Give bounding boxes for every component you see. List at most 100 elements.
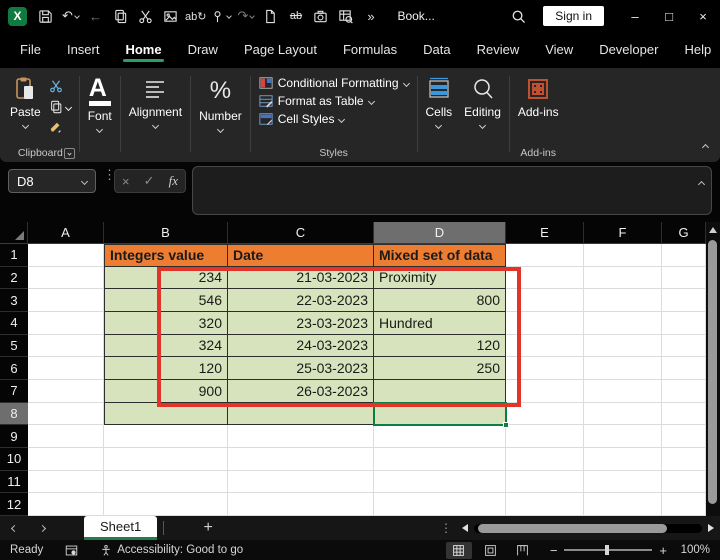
cell-D1[interactable]: Mixed set of data — [374, 244, 506, 267]
back-icon[interactable]: ← — [83, 3, 108, 29]
zoom-slider-thumb[interactable] — [604, 545, 609, 555]
cell-E5[interactable] — [506, 334, 584, 358]
tab-home[interactable]: Home — [123, 36, 164, 64]
next-sheet-icon[interactable] — [28, 524, 56, 532]
macro-record-button[interactable] — [65, 544, 78, 557]
vertical-scrollbar[interactable] — [706, 222, 720, 516]
cell-D12[interactable] — [374, 493, 506, 516]
cell-D2[interactable]: Proximity — [374, 266, 506, 290]
cell-G5[interactable] — [662, 334, 706, 358]
cell-B4[interactable]: 320 — [104, 311, 228, 335]
cell-G8[interactable] — [662, 402, 706, 426]
tab-file[interactable]: File — [18, 36, 43, 64]
addins-button[interactable]: Add-ins — [518, 74, 559, 119]
cut-icon[interactable] — [133, 3, 158, 29]
undo-icon[interactable]: ↶ — [58, 3, 83, 29]
cell-F4[interactable] — [584, 311, 662, 335]
cell-F8[interactable] — [584, 402, 662, 426]
cell-A1[interactable] — [28, 244, 104, 267]
tab-developer[interactable]: Developer — [597, 36, 660, 64]
cell-F3[interactable] — [584, 289, 662, 312]
cell-C2[interactable]: 21-03-2023 — [228, 266, 374, 290]
cell-F9[interactable] — [584, 425, 662, 448]
cell-D4[interactable]: Hundred — [374, 311, 506, 335]
cell-D6[interactable]: 250 — [374, 357, 506, 380]
name-box[interactable]: D8 — [8, 169, 96, 193]
tab-data[interactable]: Data — [421, 36, 452, 64]
row-header-9[interactable]: 9 — [0, 425, 28, 448]
page-layout-view-button[interactable] — [478, 542, 504, 559]
cell-E6[interactable] — [506, 357, 584, 380]
row-header-8[interactable]: 8 — [0, 402, 28, 426]
redo-icon[interactable]: ↷ — [233, 3, 258, 29]
row-header-4[interactable]: 4 — [0, 311, 28, 335]
cell-F10[interactable] — [584, 447, 662, 471]
tab-formulas[interactable]: Formulas — [341, 36, 399, 64]
cell-C1[interactable]: Date — [228, 244, 374, 267]
sheet-tab-sheet1[interactable]: Sheet1 — [84, 516, 158, 540]
cell-C8[interactable] — [228, 402, 374, 426]
tab-page-layout[interactable]: Page Layout — [242, 36, 319, 64]
cell-A4[interactable] — [28, 311, 104, 335]
zoom-in-button[interactable]: + — [659, 543, 667, 558]
collapse-ribbon-button[interactable] — [701, 137, 710, 155]
row-header-10[interactable]: 10 — [0, 447, 28, 471]
cell-A2[interactable] — [28, 266, 104, 290]
accessibility-status[interactable]: Accessibility: Good to go — [100, 544, 243, 557]
minimize-button[interactable]: – — [618, 0, 652, 32]
cell-C3[interactable]: 22-03-2023 — [228, 289, 374, 312]
scroll-up-icon[interactable] — [709, 227, 717, 233]
cell-G11[interactable] — [662, 470, 706, 494]
cell-G2[interactable] — [662, 266, 706, 290]
cell-A7[interactable] — [28, 379, 104, 403]
cell-G1[interactable] — [662, 244, 706, 267]
insert-function-icon[interactable]: fx — [169, 173, 178, 189]
previous-sheet-icon[interactable] — [0, 524, 28, 532]
tab-view[interactable]: View — [543, 36, 575, 64]
cell-C11[interactable] — [228, 470, 374, 494]
scroll-right-icon[interactable] — [708, 524, 714, 532]
cells-button[interactable]: Cells — [426, 74, 452, 130]
cell-G9[interactable] — [662, 425, 706, 448]
row-header-5[interactable]: 5 — [0, 334, 28, 358]
row-header-12[interactable]: 12 — [0, 493, 28, 516]
cell-E1[interactable] — [506, 244, 584, 267]
column-header-E[interactable]: E — [506, 222, 584, 244]
horizontal-scrollbar[interactable] — [462, 523, 714, 533]
maximize-button[interactable]: □ — [652, 0, 686, 32]
camera-icon[interactable] — [308, 3, 333, 29]
column-header-A[interactable]: A — [28, 222, 104, 244]
column-header-D[interactable]: D — [374, 222, 506, 244]
tab-options-grip[interactable]: ⋮ — [440, 521, 452, 535]
cell-B3[interactable]: 546 — [104, 289, 228, 312]
paste-button[interactable]: Paste — [10, 74, 41, 136]
column-header-F[interactable]: F — [584, 222, 662, 244]
cell-B12[interactable] — [104, 493, 228, 516]
row-header-11[interactable]: 11 — [0, 470, 28, 494]
cell-E2[interactable] — [506, 266, 584, 290]
row-header-3[interactable]: 3 — [0, 289, 28, 312]
cell-E9[interactable] — [506, 425, 584, 448]
sign-in-button[interactable]: Sign in — [543, 6, 604, 26]
cell-C5[interactable]: 24-03-2023 — [228, 334, 374, 358]
cell-G12[interactable] — [662, 493, 706, 516]
excel-app-icon[interactable]: X — [8, 6, 27, 26]
column-header-C[interactable]: C — [228, 222, 374, 244]
save-icon[interactable] — [33, 3, 58, 29]
picture-icon[interactable] — [158, 3, 183, 29]
cell-B9[interactable] — [104, 425, 228, 448]
cancel-entry-icon[interactable]: × — [122, 174, 130, 189]
alignment-button[interactable]: Alignment — [129, 74, 182, 130]
cell-E4[interactable] — [506, 311, 584, 335]
cell-A5[interactable] — [28, 334, 104, 358]
cell-A3[interactable] — [28, 289, 104, 312]
new-file-icon[interactable] — [258, 3, 283, 29]
vertical-scrollbar-thumb[interactable] — [708, 240, 717, 504]
cut-button[interactable] — [49, 78, 71, 94]
cell-C10[interactable] — [228, 447, 374, 471]
cell-F1[interactable] — [584, 244, 662, 267]
cell-A10[interactable] — [28, 447, 104, 471]
cell-C6[interactable]: 25-03-2023 — [228, 357, 374, 380]
copy-button[interactable] — [49, 99, 72, 115]
cell-F5[interactable] — [584, 334, 662, 358]
